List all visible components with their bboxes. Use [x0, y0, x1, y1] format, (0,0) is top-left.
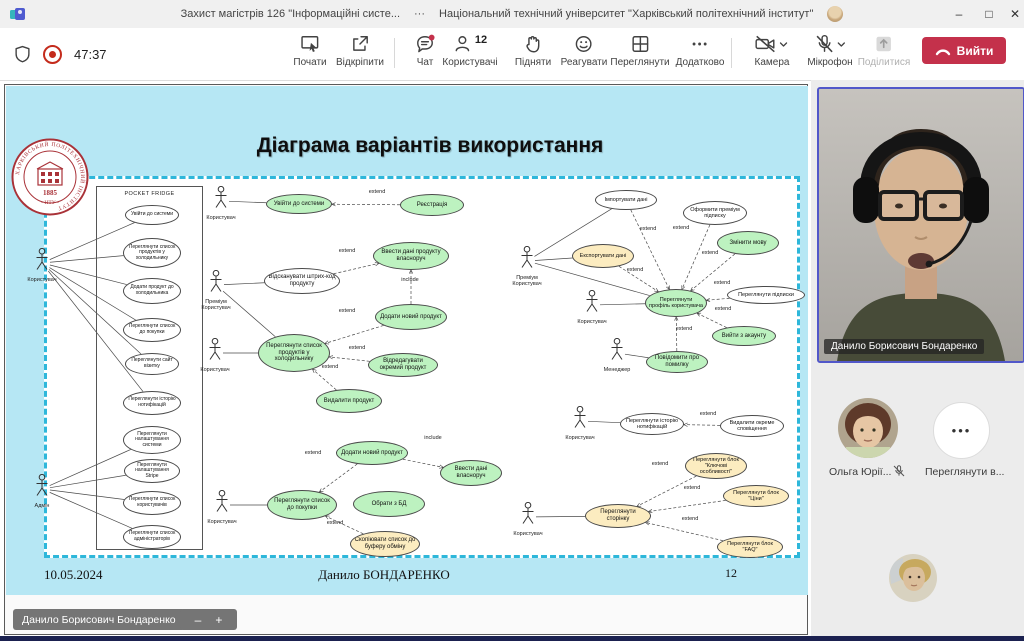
share-up-icon — [874, 34, 894, 54]
toolbar-divider — [731, 38, 732, 68]
recording-indicator-icon — [43, 45, 62, 64]
presenter-name-pill: Данило Борисович Бондаренко — [13, 609, 185, 630]
meeting-toolbar: 47:37 Почати Відкріпити Чат — [0, 28, 1024, 81]
close-button[interactable]: ✕ — [1000, 0, 1024, 28]
unpin-button[interactable]: Відкріпити — [336, 34, 384, 68]
start-share-button[interactable]: Почати — [293, 34, 326, 68]
active-speaker-video[interactable]: Данило Борисович Бондаренко — [817, 87, 1024, 363]
seal-ntu: • НТУ • — [41, 200, 59, 206]
participants-count: 12 — [475, 34, 487, 46]
mic-off-icon — [814, 34, 834, 54]
grid-view-icon — [630, 34, 650, 54]
hangup-icon — [935, 45, 951, 57]
zoom-controls: – + — [180, 609, 237, 630]
popout-icon — [350, 34, 370, 54]
chat-badge — [429, 35, 435, 41]
university-seal-logo: ХАРКІВСЬКИЙ ПОЛІТЕХНІЧНИЙ ІНСТИТУТ 1885 … — [11, 138, 89, 216]
organization-title: Національний технічний університет "Харк… — [439, 8, 813, 20]
title-dots[interactable]: ··· — [414, 8, 425, 20]
smiley-icon — [574, 34, 594, 54]
meeting-timer: 47:37 — [74, 47, 107, 62]
participant-avatar-bottom[interactable] — [889, 554, 937, 602]
chat-icon — [415, 34, 435, 54]
raise-hand-button[interactable]: Підняти — [515, 34, 551, 68]
participant-name: Ольга Юрії... — [829, 466, 891, 478]
video-sidebar: Данило Борисович Бондаренко ; ••• Ольга … — [811, 80, 1024, 636]
slide-title: Діаграма варіантів використання — [110, 134, 750, 158]
raise-hand-icon — [523, 34, 543, 54]
minimize-button[interactable]: – — [944, 0, 974, 28]
meeting-title: Захист магістрів 126 "Інформаційні систе… — [181, 8, 400, 20]
more-button[interactable]: Додатково — [676, 34, 725, 68]
more-participants-button[interactable]: ••• — [933, 402, 990, 459]
chevron-down-icon[interactable] — [836, 34, 846, 54]
more-dots: ••• — [952, 423, 972, 438]
zoom-out-button[interactable]: – — [195, 613, 202, 627]
toolbar-divider — [394, 38, 395, 68]
participants-icon — [453, 34, 473, 54]
speaker-video-feed — [819, 89, 1023, 361]
slide-page-number: 12 — [718, 566, 744, 581]
shield-icon — [14, 45, 31, 63]
participants-button[interactable]: 12 Користувачі — [442, 34, 497, 68]
view-button[interactable]: Переглянути — [610, 34, 669, 68]
screen-share-icon — [300, 34, 320, 54]
diagram-canvas — [44, 176, 800, 558]
slide-date: 10.05.2024 — [44, 567, 103, 583]
ellipsis-icon — [690, 34, 710, 54]
participant-avatar[interactable]: ; — [838, 398, 898, 458]
zoom-in-button[interactable]: + — [215, 613, 222, 627]
camera-off-icon — [755, 34, 777, 54]
seal-year: 1885 — [43, 189, 58, 197]
window-titlebar: Захист магістрів 126 "Інформаційні систе… — [0, 0, 1024, 28]
slide-author: Данило БОНДАРЕНКО — [254, 567, 514, 583]
view-more-label[interactable]: Переглянути в... — [925, 466, 1004, 478]
speaker-name-tag: Данило Борисович Бондаренко — [824, 339, 984, 354]
chat-button[interactable]: Чат — [415, 34, 435, 68]
react-button[interactable]: Реагувати — [561, 34, 608, 68]
titlebar-avatar — [827, 6, 843, 22]
participant-muted-mic-icon — [893, 465, 905, 477]
share-button-disabled: Поділитися — [858, 34, 911, 68]
chevron-down-icon[interactable] — [779, 34, 789, 54]
mic-button[interactable]: Мікрофон — [807, 34, 852, 68]
taskbar-edge — [0, 636, 1024, 641]
leave-button[interactable]: Вийти — [922, 37, 1006, 64]
camera-button[interactable]: Камера — [755, 34, 790, 68]
